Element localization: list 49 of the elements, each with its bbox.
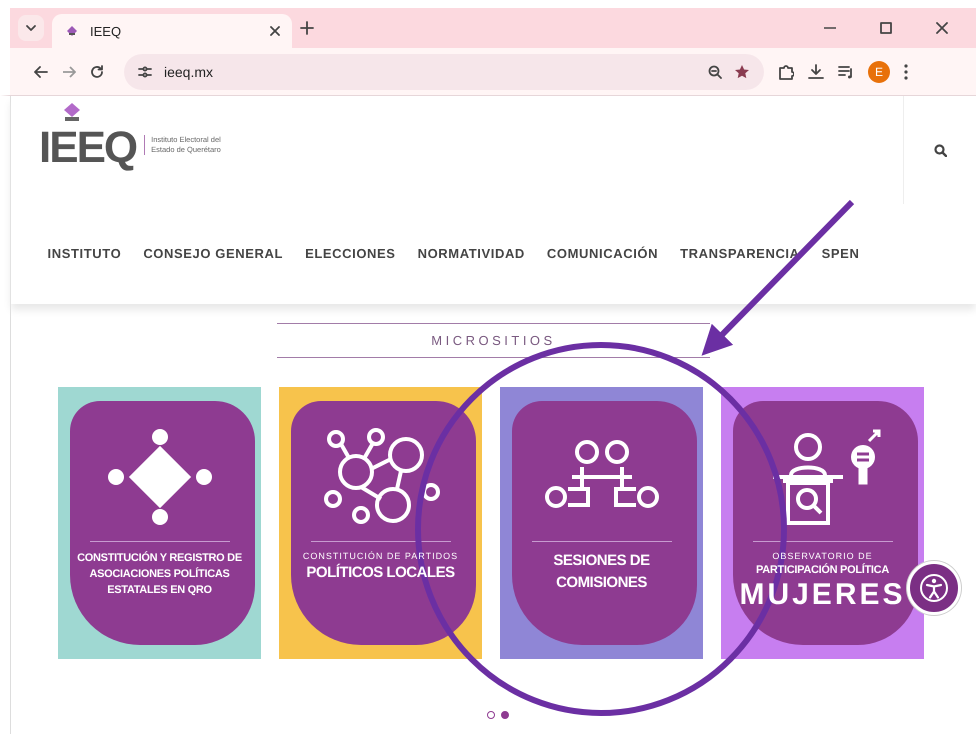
nav-link[interactable]: ELECCIONES: [305, 246, 396, 261]
chevron-down-icon: [25, 24, 37, 32]
download-icon[interactable]: [808, 64, 824, 80]
nav-link[interactable]: CONSEJO GENERAL: [143, 246, 284, 261]
card-title: ESTATALES EN QRO: [107, 583, 212, 598]
card-title: OBSERVATORIO DE: [772, 550, 873, 562]
site-settings-icon[interactable]: [138, 66, 152, 78]
microsite-card[interactable]: CONSTITUCIÓN Y REGISTRO DE ASOCIACIONES POLÍTICAS ESTATALES EN QRO: [58, 387, 261, 659]
reload-icon[interactable]: [90, 64, 104, 78]
search-icon[interactable]: [934, 144, 946, 156]
microsite-card[interactable]: OBSERVATORIO DE PARTICIPACIÓN POLÍTICA MUJERES: [721, 387, 924, 659]
close-icon[interactable]: [936, 22, 948, 34]
card-title: POLÍTICOS LOCALES: [306, 562, 455, 583]
microsite-card[interactable]: SESIONES DE COMISIONES: [500, 387, 703, 659]
nav-link[interactable]: COMUNICACIÓN: [546, 246, 658, 261]
card-title: CONSTITUCIÓN Y REGISTRO DE: [77, 550, 242, 566]
address-bar[interactable]: ieeq.mx: [124, 54, 764, 90]
tab-title: IEEQ: [90, 24, 122, 38]
card-title: SESIONES DE: [553, 551, 650, 571]
new-tab-icon[interactable]: [300, 21, 314, 35]
star-icon[interactable]: [734, 64, 750, 80]
zoom-out-icon[interactable]: [708, 64, 722, 78]
browser-tab[interactable]: IEEQ: [52, 14, 292, 48]
card-title: ASOCIACIONES POLÍTICAS: [89, 566, 230, 582]
forward-icon[interactable]: [62, 66, 76, 78]
accessibility-icon: [919, 573, 949, 603]
nav-link[interactable]: TRANSPARENCIA: [680, 246, 800, 261]
nav-link[interactable]: INSTITUTO: [48, 246, 122, 261]
maximize-icon[interactable]: [880, 22, 892, 34]
playlist-icon[interactable]: [838, 64, 854, 78]
nav-link[interactable]: NORMATIVIDAD: [418, 246, 525, 261]
card-title: PARTICIPACIÓN POLÍTICA: [756, 562, 889, 578]
carousel-dot[interactable]: [500, 711, 508, 719]
logo-mark[interactable]: IEEQ: [39, 117, 136, 173]
card-title: MUJERES: [739, 578, 906, 612]
more-icon[interactable]: [904, 64, 908, 80]
puzzle-icon[interactable]: [778, 64, 794, 80]
nav-link[interactable]: SPEN: [822, 246, 860, 261]
carousel-dot[interactable]: [486, 711, 494, 719]
section-title: MICROSITIOS: [277, 323, 710, 358]
close-icon[interactable]: [270, 26, 280, 36]
card-title: CONSTITUCIÓN DE PARTIDOS: [302, 550, 458, 562]
tab-list-button[interactable]: [18, 15, 44, 41]
card-title: COMISIONES: [556, 573, 647, 593]
accessibility-button[interactable]: [907, 561, 961, 615]
back-icon[interactable]: [34, 66, 48, 78]
url-text: ieeq.mx: [164, 64, 214, 80]
minimize-icon[interactable]: [824, 27, 836, 29]
microsite-card[interactable]: CONSTITUCIÓN DE PARTIDOS POLÍTICOS LOCALES: [279, 387, 482, 659]
